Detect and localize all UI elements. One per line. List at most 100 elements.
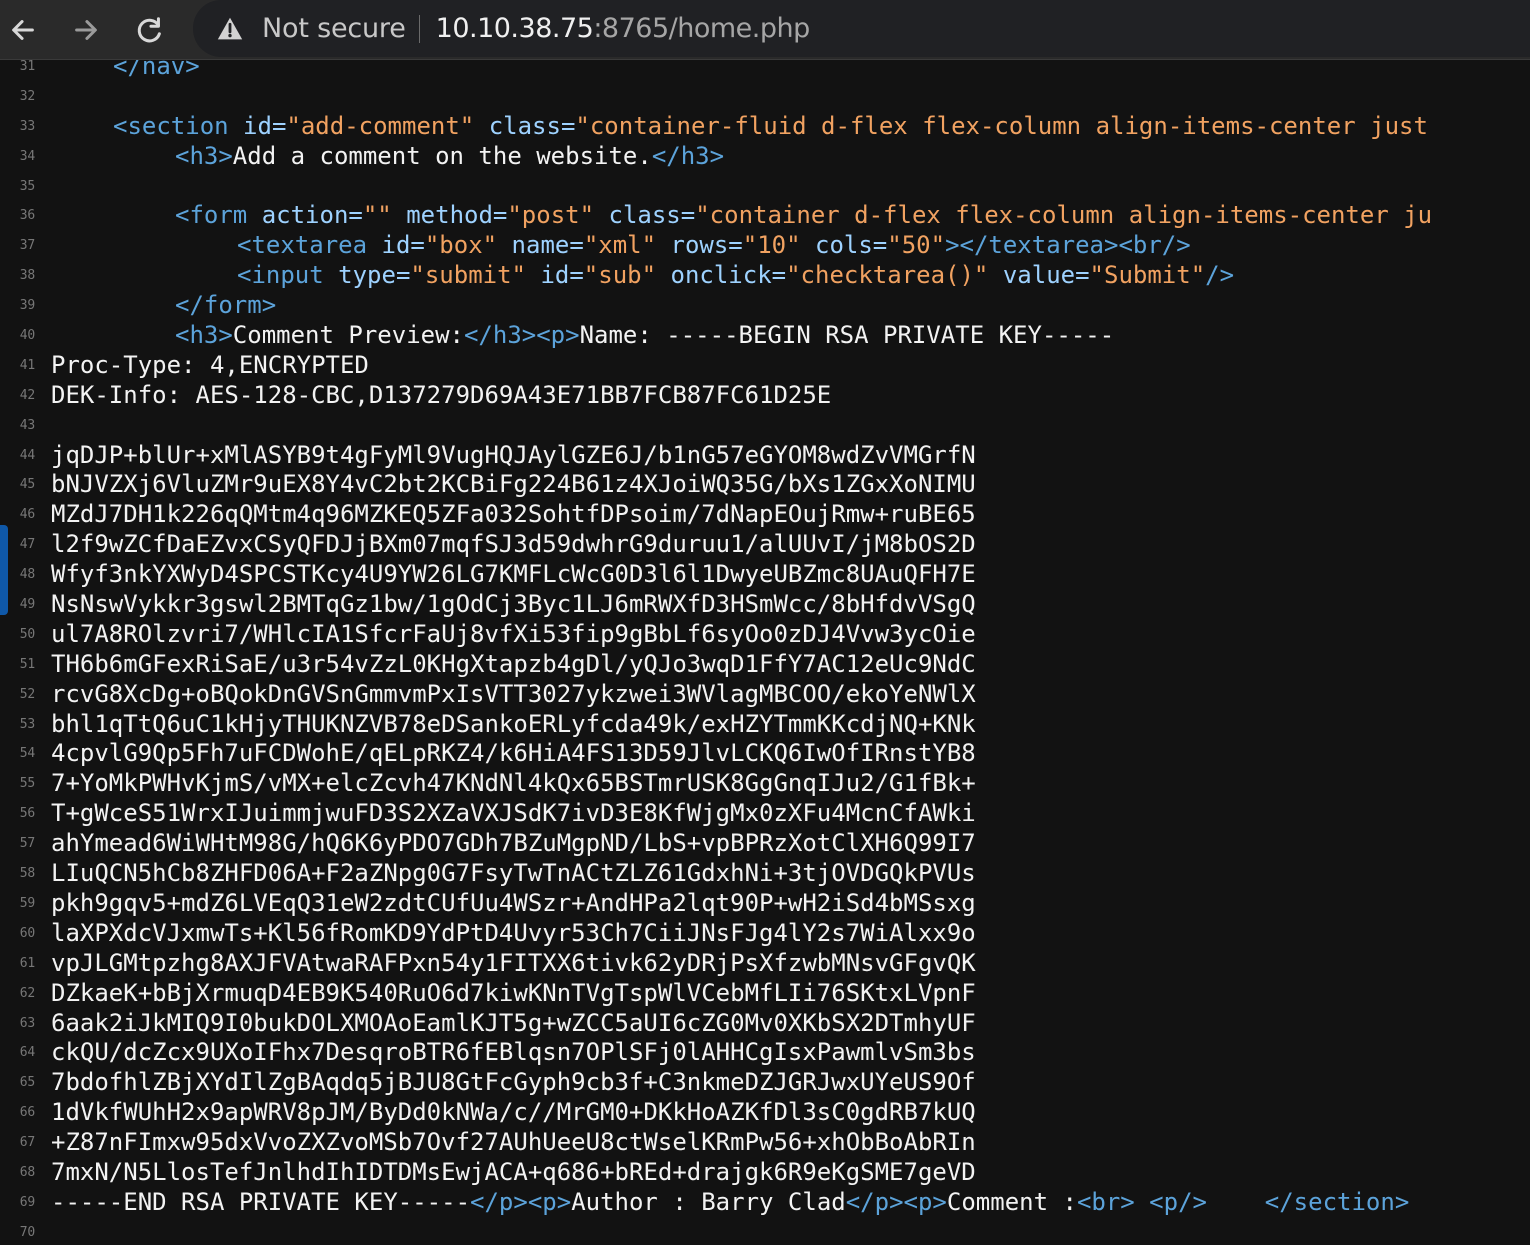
source-line: 50 ul7A8ROlzvri7/WHlcIA1SfcrFaUj8vfXi53fi… <box>0 620 1530 650</box>
source-line: 37 <textarea id="box" name="xml" rows="10… <box>0 231 1530 261</box>
source-line: 45 bNJVZXj6VluZMr9uEX8Y4vC2bt2KCBiFg224B6… <box>0 470 1530 500</box>
back-arrow-icon[interactable] <box>3 10 43 50</box>
line-number: 51 <box>19 656 35 672</box>
source-text-segment: jqDJP+blUr+xMlASYB9t4gFyMl9VugHQJAylGZE6… <box>51 440 976 469</box>
source-attr-segment: type= <box>338 261 411 290</box>
line-number: 54 <box>19 746 35 762</box>
line-number: 59 <box>19 895 35 911</box>
line-number: 35 <box>19 178 35 194</box>
source-code-text: NsNswVykkr3gswl2BMTqGz1bw/1gOdCj3Byc1LJ6… <box>51 590 976 620</box>
source-line: 31 </nav> <box>0 60 1530 82</box>
source-text-segment: -----END RSA PRIVATE KEY----- <box>51 1187 471 1216</box>
source-code-text: pkh9gqv5+mdZ6LVEqQ31eW2zdtCUfUu4WSzr+And… <box>51 889 976 919</box>
source-code-text: <input type="submit" id="sub" onclick="c… <box>237 261 1234 291</box>
source-tag-segment: <h3> <box>175 321 233 350</box>
line-number: 32 <box>19 88 35 104</box>
source-code-text: <textarea id="box" name="xml" rows="10" … <box>237 231 1191 261</box>
source-value-segment: "sub" <box>583 261 657 290</box>
source-line: 61 vpJLGMtpzhg8AXJFVAtwaRAFPxn54y1FITXX6t… <box>0 949 1530 979</box>
source-tag-segment: ></textarea><br/> <box>945 231 1191 260</box>
source-text-segment: ahYmead6WiWHtM98G/hQ6K6yPDO7GDh7BZuMgpND… <box>51 829 976 858</box>
source-tag-segment: </form> <box>175 291 277 320</box>
line-number: 49 <box>19 597 35 613</box>
source-text-segment: +Z87nFImxw95dxVvoZXZvoMSb7Ovf27AUhUeeU8c… <box>51 1128 976 1157</box>
source-value-segment: "xml" <box>583 231 657 260</box>
source-text-segment: T+gWceS51WrxIJuimmjwuFD3S2XZaVXJSdK7ivD3… <box>51 799 976 828</box>
reload-icon[interactable] <box>130 10 170 50</box>
security-status-label[interactable]: Not secure <box>262 13 406 44</box>
source-code-text: jqDJP+blUr+xMlASYB9t4gFyMl9VugHQJAylGZE6… <box>51 441 976 471</box>
source-line: 47 l2f9wZCfDaEZvxCSyQFDJjBXm07mqfSJ3d59dw… <box>0 530 1530 560</box>
source-line: 67 +Z87nFImxw95dxVvoZXZvoMSb7Ovf27AUhUeeU… <box>0 1128 1530 1158</box>
source-attr-segment: class= <box>594 201 696 230</box>
source-line: 35 <box>0 172 1530 202</box>
source-code-text: </nav> <box>113 60 200 82</box>
source-value-segment: "add-comment" <box>286 111 475 140</box>
source-line: 63 6aak2iJkMIQ9I0bukDOLXMOAoEamlKJT5g+wZC… <box>0 1009 1530 1039</box>
source-text-segment: MZdJ7DH1k226qQMtm4q96MZKEQ5ZFa032SohtfDP… <box>51 500 976 529</box>
source-value-segment: "Submit" <box>1089 261 1206 290</box>
source-line: 60 laXPXdcVJxmwTs+Kl56fRomKD9YdPtD4Uvyr53… <box>0 919 1530 949</box>
source-code-text: <form action="" method="post" class="con… <box>175 201 1432 231</box>
source-tag-segment: </h3> <box>651 141 725 170</box>
warning-icon[interactable] <box>215 14 245 44</box>
source-code-text: DZkaeK+bBjXrmuqD4EB9K540RuO6d7kiwKNnTVgT… <box>51 979 976 1009</box>
source-line: 41 Proc-Type: 4,ENCRYPTED <box>0 351 1530 381</box>
source-line: 40 <h3>Comment Preview:</h3><p>Name: ----… <box>0 321 1530 351</box>
source-tag-segment: </h3><p> <box>463 321 580 350</box>
source-line: 57 ahYmead6WiWHtM98G/hQ6K6yPDO7GDh7BZuMgp… <box>0 829 1530 859</box>
url-path[interactable]: :8765/home.php <box>593 13 810 44</box>
source-text-segment: l2f9wZCfDaEZvxCSyQFDJjBXm07mqfSJ3d59dwhr… <box>51 530 976 559</box>
source-text-segment: bhl1qTtQ6uC1kHjyTHUKNZVB78eDSankoERLyfcd… <box>51 709 976 738</box>
source-text-segment: 6aak2iJkMIQ9I0bukDOLXMOAoEamlKJT5g+wZCC5… <box>51 1008 976 1037</box>
source-line: 53 bhl1qTtQ6uC1kHjyTHUKNZVB78eDSankoERLyf… <box>0 710 1530 740</box>
source-line: 34 <h3>Add a comment on the website.</h3> <box>0 142 1530 172</box>
source-line: 59 pkh9gqv5+mdZ6LVEqQ31eW2zdtCUfUu4WSzr+A… <box>0 889 1530 919</box>
line-number: 70 <box>19 1224 35 1240</box>
source-code-text: DEK-Info: AES-128-CBC,D137279D69A43E71BB… <box>51 381 831 411</box>
source-text-segment: Proc-Type: 4,ENCRYPTED <box>51 350 369 379</box>
line-number: 63 <box>19 1015 35 1031</box>
line-number: 37 <box>19 238 35 254</box>
address-bar-divider <box>418 14 420 43</box>
line-number: 44 <box>19 447 35 463</box>
url-host[interactable]: 10.10.38.75 <box>436 13 594 44</box>
source-code-text: -----END RSA PRIVATE KEY-----</p><p>Auth… <box>51 1188 1409 1218</box>
source-line: 42 DEK-Info: AES-128-CBC,D137279D69A43E71… <box>0 381 1530 411</box>
source-text-segment: 7mxN/N5LlosTefJnlhdIhIDTDMsEwjACA+q686+b… <box>51 1157 976 1186</box>
source-tag-segment: <br> <p/> </section> <box>1076 1187 1410 1216</box>
line-number: 57 <box>19 836 35 852</box>
source-tag-segment: <h3> <box>175 141 233 170</box>
source-line: 46 MZdJ7DH1k226qQMtm4q96MZKEQ5ZFa032Sohtf… <box>0 500 1530 530</box>
source-code-text: 1dVkfWUhH2x9apWRV8pJM/ByDd0kNWa/c//MrGM0… <box>51 1098 976 1128</box>
line-number: 36 <box>19 208 35 224</box>
line-number: 62 <box>19 985 35 1001</box>
source-line: 64 ckQU/dcZcx9UXoIFhx7DesqroBTR6fEBlqsn7O… <box>0 1038 1530 1068</box>
source-line: 68 7mxN/N5LlosTefJnlhdIhIDTDMsEwjACA+q686… <box>0 1158 1530 1188</box>
source-text-segment: TH6b6mGFexRiSaE/u3r54vZzL0KHgXtapzb4gDl/… <box>51 649 976 678</box>
line-number: 47 <box>19 537 35 553</box>
source-attr-segment: id= <box>381 231 425 260</box>
source-line: 51 TH6b6mGFexRiSaE/u3r54vZzL0KHgXtapzb4gD… <box>0 650 1530 680</box>
source-line: 38 <input type="submit" id="sub" onclick=… <box>0 261 1530 291</box>
line-number: 58 <box>19 866 35 882</box>
source-code-text: bNJVZXj6VluZMr9uEX8Y4vC2bt2KCBiFg224B61z… <box>51 470 976 500</box>
source-attr-segment: cols= <box>800 231 888 260</box>
source-code-text: LIuQCN5hCb8ZHFD06A+F2aZNpg0G7FsyTwTnACtZ… <box>51 859 976 889</box>
line-number: 46 <box>19 507 35 523</box>
source-text-segment: 4cpvlG9Qp5Fh7uFCDWohE/qELpRKZ4/k6HiA4FS1… <box>51 739 976 768</box>
source-value-segment: "checktarea()" <box>786 261 989 290</box>
source-text-segment: vpJLGMtpzhg8AXJFVAtwaRAFPxn54y1FITXX6tiv… <box>51 948 976 977</box>
forward-arrow-icon[interactable] <box>66 10 106 50</box>
source-text-segment: NsNswVykkr3gswl2BMTqGz1bw/1gOdCj3Byc1LJ6… <box>51 590 976 619</box>
source-text-segment: Name: -----BEGIN RSA PRIVATE KEY----- <box>579 321 1115 350</box>
source-line: 33 <section id="add-comment" class="conta… <box>0 112 1530 142</box>
source-line: 44 jqDJP+blUr+xMlASYB9t4gFyMl9VugHQJAylGZ… <box>0 441 1530 471</box>
source-code-text: rcvG8XcDg+oBQokDnGVSnGmmvmPxIsVTT3027ykz… <box>51 680 976 710</box>
address-bar[interactable]: Not secure 10.10.38.75 :8765/home.php <box>193 0 1530 57</box>
source-code-text: 6aak2iJkMIQ9I0bukDOLXMOAoEamlKJT5g+wZCC5… <box>51 1009 976 1039</box>
line-number: 56 <box>19 806 35 822</box>
source-text-segment: ckQU/dcZcx9UXoIFhx7DesqroBTR6fEBlqsn7OPl… <box>51 1038 976 1067</box>
source-tag-segment: <section <box>113 111 244 140</box>
line-number: 61 <box>19 955 35 971</box>
